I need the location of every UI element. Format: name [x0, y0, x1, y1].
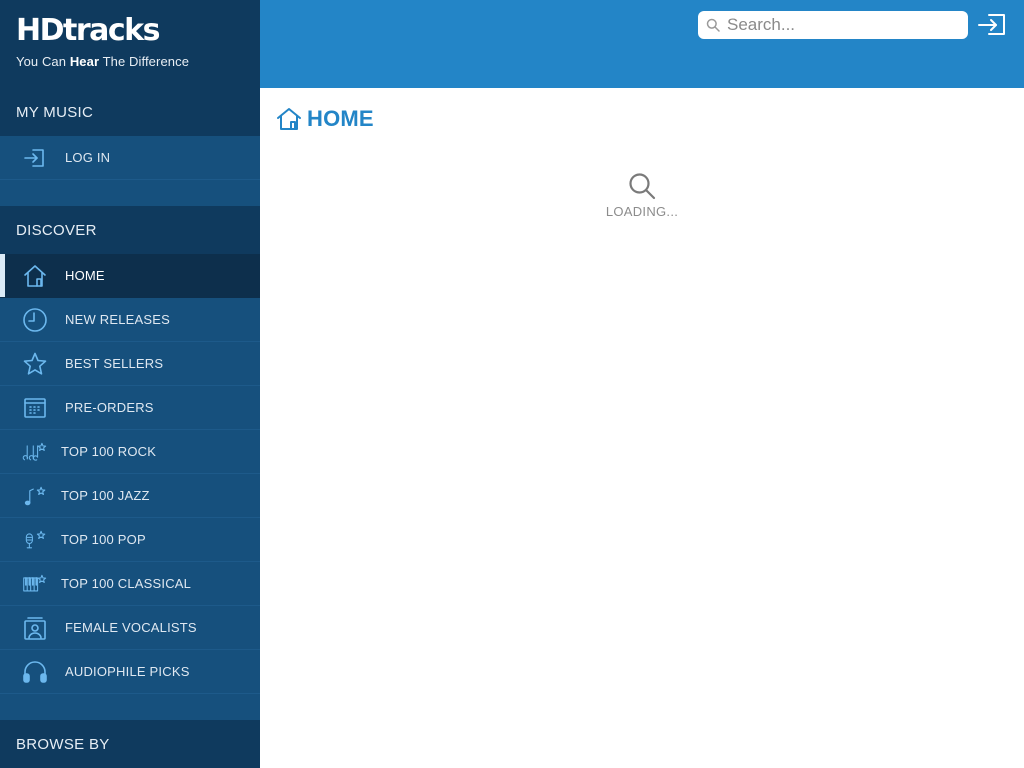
sidebar-item-label: FEMALE VOCALISTS — [65, 620, 197, 635]
brand-header[interactable]: HDtracks You Can Hear The Difference — [0, 0, 260, 88]
sidebar-item-label: PRE-ORDERS — [65, 400, 154, 415]
female-vocalist-icon — [22, 616, 48, 640]
top-bar — [260, 0, 1024, 88]
search-icon — [706, 18, 720, 32]
search-icon — [628, 172, 656, 200]
sidebar-item-audiophile-picks[interactable]: AUDIOPHILE PICKS — [0, 650, 260, 694]
sidebar-item-top-100-pop[interactable]: TOP 100 POP — [0, 518, 260, 562]
header-login-button[interactable] — [977, 11, 1007, 39]
music-note-star-icon — [22, 484, 48, 508]
sidebar-item-top-100-classical[interactable]: TOP 100 CLASSICAL — [0, 562, 260, 606]
sidebar-item-best-sellers[interactable]: BEST SELLERS — [0, 342, 260, 386]
sidebar-item-log-in[interactable]: LOG IN — [0, 136, 260, 180]
section-heading-my-music: MY MUSIC — [0, 88, 260, 136]
sidebar-item-label: NEW RELEASES — [65, 312, 170, 327]
brand-logo[interactable]: HDtracks — [16, 14, 260, 48]
sidebar-item-label: BEST SELLERS — [65, 356, 164, 371]
app-window: HDtracks You Can Hear The Difference MY … — [0, 0, 1024, 768]
guitar-star-icon — [22, 440, 48, 464]
tagline-post: The Difference — [99, 54, 190, 69]
sidebar-item-label: AUDIOPHILE PICKS — [65, 664, 190, 679]
tagline-bold: Hear — [69, 54, 100, 69]
section-heading-discover: DISCOVER — [0, 206, 260, 254]
loading-indicator: LOADING... — [260, 172, 1024, 219]
search-input[interactable] — [727, 14, 957, 36]
sidebar-item-female-vocalists[interactable]: FEMALE VOCALISTS — [0, 606, 260, 650]
login-icon — [977, 14, 1007, 43]
star-icon — [22, 352, 48, 376]
sidebar-item-label: TOP 100 JAZZ — [61, 488, 150, 503]
piano-star-icon — [22, 572, 48, 596]
login-icon — [22, 146, 48, 170]
sidebar-item-new-releases[interactable]: NEW RELEASES — [0, 298, 260, 342]
page-title-text: HOME — [307, 106, 374, 131]
home-icon — [276, 106, 302, 132]
headphones-icon — [22, 660, 48, 684]
clock-icon — [22, 308, 48, 332]
loading-text: LOADING... — [605, 204, 679, 219]
sidebar-item-label: TOP 100 CLASSICAL — [61, 576, 192, 591]
page-title: HOME — [276, 106, 374, 132]
sidebar-item-label: TOP 100 ROCK — [61, 444, 157, 459]
tagline-pre: You Can — [16, 54, 70, 69]
sidebar-item-label: LOG IN — [65, 150, 111, 165]
main-content: HOME LOADING... — [260, 88, 1024, 768]
sidebar-item-label: TOP 100 POP — [61, 532, 146, 547]
sidebar-item-pre-orders[interactable]: PRE-ORDERS — [0, 386, 260, 430]
home-icon — [22, 264, 48, 288]
calendar-icon — [22, 396, 48, 420]
sidebar: HDtracks You Can Hear The Difference MY … — [0, 0, 260, 768]
sidebar-item-home[interactable]: HOME — [0, 254, 260, 298]
brand-tagline: You Can Hear The Difference — [16, 54, 260, 69]
section-heading-browse-by[interactable]: BROWSE BY — [0, 720, 260, 768]
microphone-star-icon — [22, 528, 48, 552]
sidebar-item-label: HOME — [65, 268, 105, 283]
sidebar-item-top-100-rock[interactable]: TOP 100 ROCK — [0, 430, 260, 474]
search-box[interactable] — [698, 11, 968, 39]
sidebar-item-top-100-jazz[interactable]: TOP 100 JAZZ — [0, 474, 260, 518]
